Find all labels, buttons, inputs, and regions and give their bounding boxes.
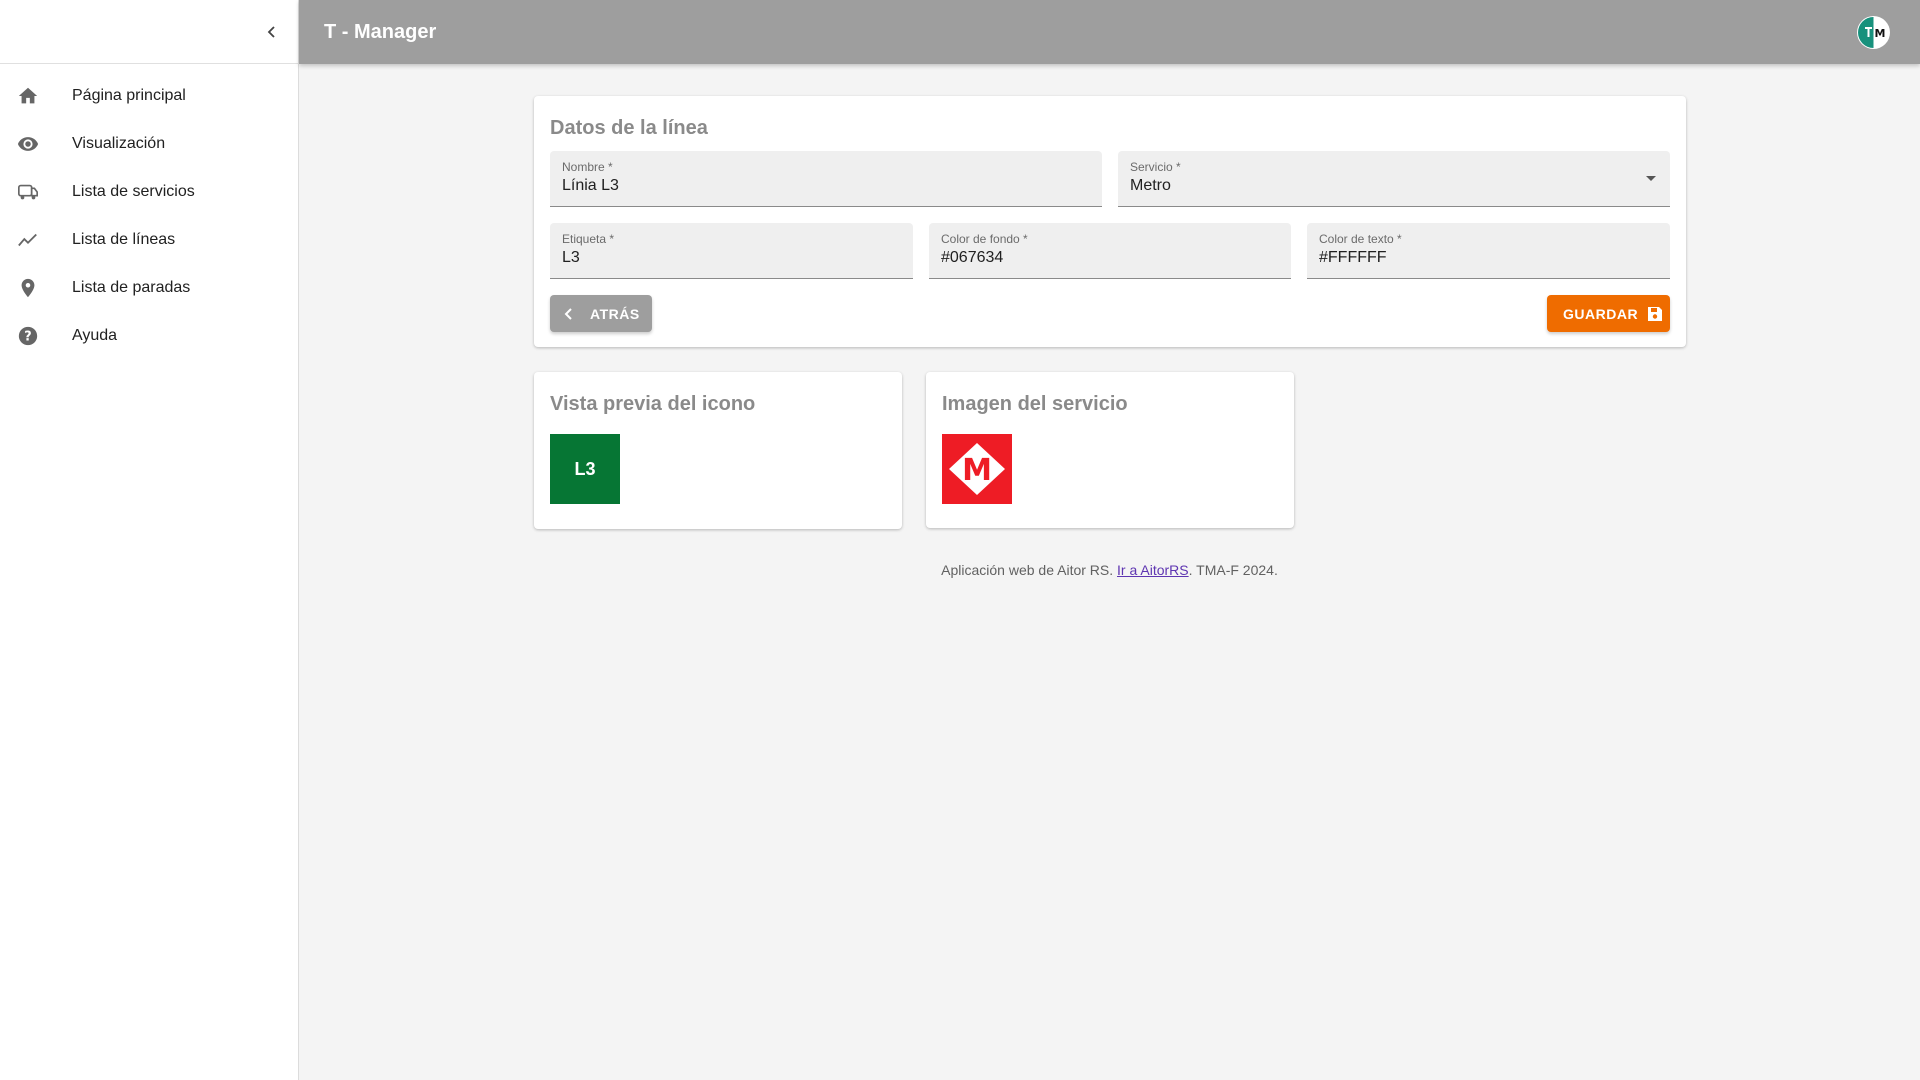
- sidebar-item-visualization[interactable]: Visualización: [0, 120, 298, 168]
- bus-icon: [14, 178, 42, 206]
- etiqueta-field[interactable]: Etiqueta * L3: [550, 223, 913, 279]
- card-title: Vista previa del icono: [550, 393, 756, 415]
- chevron-left-icon: [267, 26, 275, 38]
- eye-icon: [14, 130, 42, 158]
- sidebar-item-label: Ayuda: [72, 327, 118, 344]
- field-label: Servicio *: [1130, 160, 1181, 174]
- field-label: Nombre *: [562, 160, 613, 174]
- field-value: L3: [562, 249, 580, 266]
- field-label: Etiqueta *: [562, 232, 615, 246]
- sidebar-item-stops[interactable]: Lista de paradas: [0, 264, 298, 312]
- line-data-card: Datos de la línea Nombre * Línia L3 Serv…: [534, 96, 1686, 347]
- map-pin-icon: [14, 274, 42, 302]
- chevron-left-icon: [564, 307, 572, 320]
- footer-link[interactable]: Ir a AitorRS: [1117, 562, 1189, 578]
- sidebar-item-label: Lista de paradas: [72, 279, 191, 296]
- back-button[interactable]: ATRÁS: [550, 295, 652, 332]
- field-value: #067634: [941, 249, 1004, 266]
- sidebar-item-label: Lista de servicios: [72, 183, 195, 200]
- field-label: Color de texto *: [1319, 232, 1402, 246]
- svg-text:?: ?: [24, 330, 31, 345]
- sidebar-item-help[interactable]: ? Ayuda: [0, 312, 298, 360]
- sidebar-item-lines[interactable]: Lista de líneas: [0, 216, 298, 264]
- sidebar-item-label: Página principal: [72, 87, 186, 104]
- save-button[interactable]: GUARDAR: [1547, 295, 1670, 332]
- field-value: Metro: [1130, 177, 1171, 194]
- home-icon: [14, 82, 42, 110]
- sidebar-item-label: Lista de líneas: [72, 231, 176, 248]
- trending-line-icon: [14, 226, 42, 254]
- collapse-sidebar-button[interactable]: [258, 18, 286, 46]
- app-title: T - Manager: [324, 20, 437, 43]
- nombre-field[interactable]: Nombre * Línia L3: [550, 151, 1102, 207]
- field-value: Línia L3: [562, 177, 619, 194]
- service-image-card: Imagen del servicio M: [926, 372, 1294, 528]
- background-color-field[interactable]: Color de fondo * #067634: [929, 223, 1291, 279]
- footer-text: Aplicación web de Aitor RS.: [941, 562, 1114, 578]
- app-logo[interactable]: M: [1857, 16, 1890, 49]
- sidebar-item-services[interactable]: Lista de servicios: [0, 168, 298, 216]
- sidebar-item-home[interactable]: Página principal: [0, 72, 298, 120]
- app-header: T - Manager M: [299, 0, 1920, 64]
- card-title: Imagen del servicio: [942, 393, 1128, 415]
- footer-suffix: . TMA-F 2024.: [1188, 562, 1278, 578]
- metro-logo-image: M: [942, 434, 1012, 504]
- dropdown-arrow-icon: [1646, 176, 1656, 181]
- icon-preview-card: Vista previa del icono L3: [534, 372, 902, 529]
- sidebar-item-label: Visualización: [72, 135, 166, 152]
- line-icon-preview: L3: [550, 434, 620, 504]
- sidebar-header: [0, 0, 298, 64]
- save-button-label: GUARDAR: [1563, 305, 1639, 322]
- servicio-select[interactable]: Servicio * Metro: [1118, 151, 1670, 207]
- save-icon: [1648, 306, 1663, 321]
- logo-letter: M: [1875, 27, 1886, 40]
- field-value: #FFFFFF: [1319, 249, 1387, 266]
- sidebar: Página principal Visualización Lista de …: [0, 0, 299, 1080]
- metro-logo-letter: M: [962, 453, 992, 488]
- field-label: Color de fondo *: [941, 232, 1028, 246]
- text-color-field[interactable]: Color de texto * #FFFFFF: [1307, 223, 1670, 279]
- back-button-label: ATRÁS: [590, 305, 640, 322]
- sidebar-nav: Página principal Visualización Lista de …: [0, 64, 298, 360]
- footer: Aplicación web de Aitor RS. Ir a AitorRS…: [299, 562, 1920, 578]
- help-circle-icon: ?: [14, 322, 42, 350]
- card-title: Datos de la línea: [550, 117, 708, 139]
